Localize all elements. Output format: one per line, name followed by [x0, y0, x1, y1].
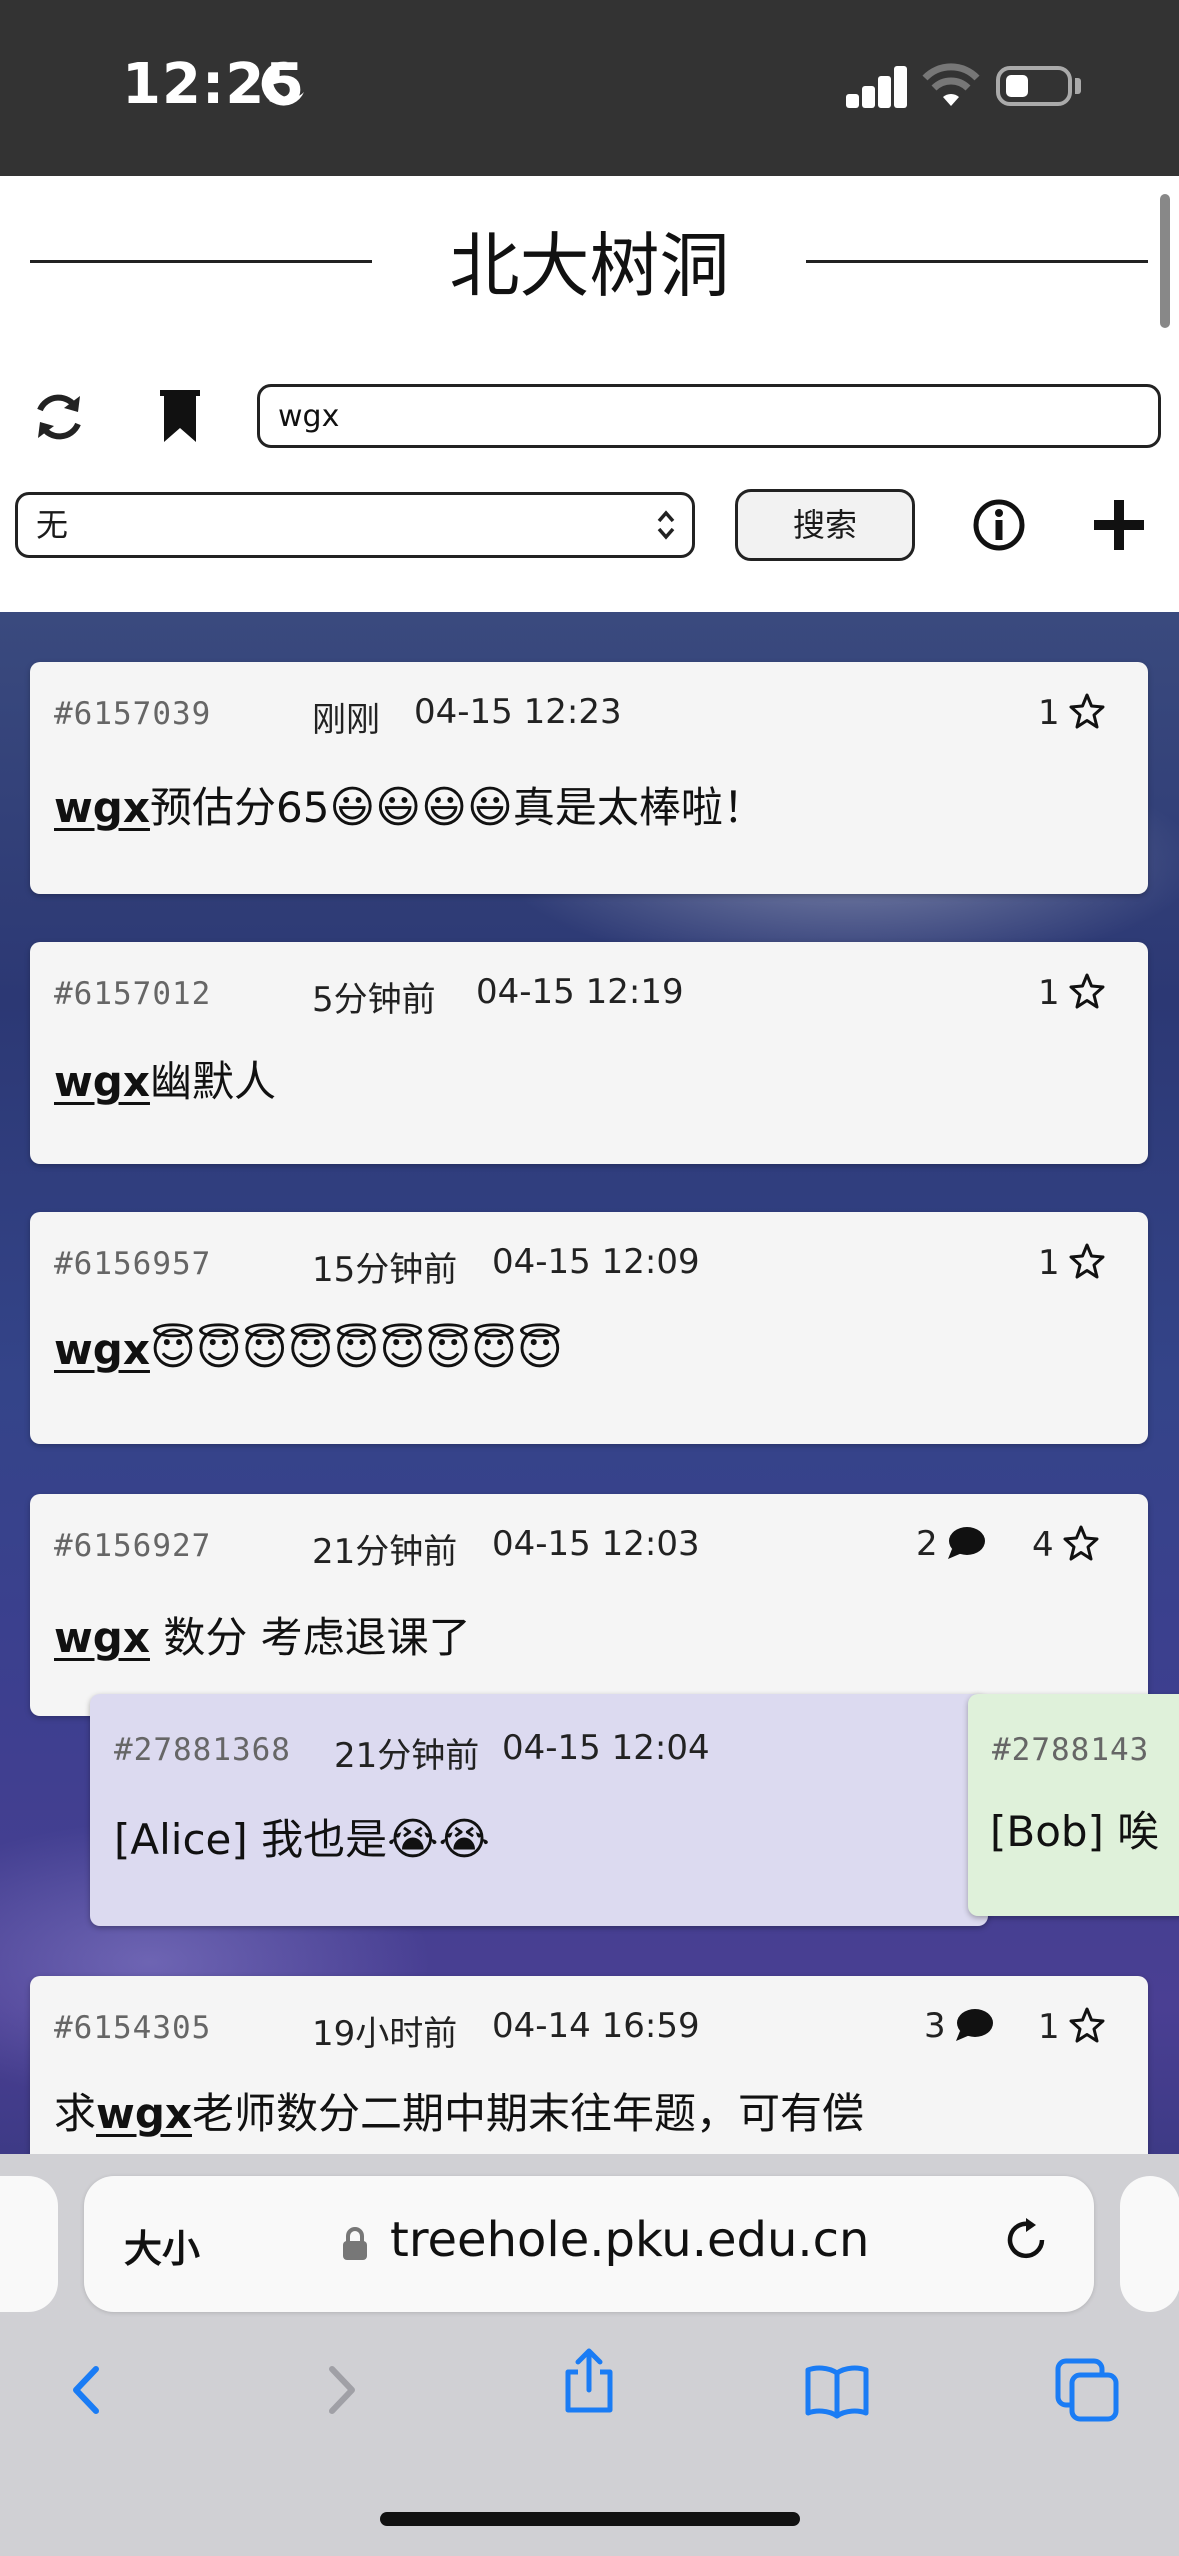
star-count-wrap[interactable]: 1 — [1038, 972, 1106, 1013]
emoji: 😇😇😇😇😇😇😇😇😇 — [149, 1324, 563, 1375]
search-button[interactable]: 搜索 — [735, 489, 915, 561]
post-list[interactable]: #6157039 刚刚 04-15 12:23 1 wgx预估分65😃😃😃😃真是… — [0, 612, 1179, 2162]
comment-icon — [955, 2009, 993, 2041]
post-relative-time: 21分钟前 — [312, 1532, 458, 1572]
post-id: #6156957 — [54, 1246, 212, 1282]
reply-body: [Alice] 我也是😭😭 — [114, 1814, 490, 1865]
lock-icon — [343, 2227, 367, 2260]
mention-link[interactable]: wgx — [54, 783, 150, 832]
forward-icon[interactable] — [306, 2355, 376, 2425]
post-datetime: 04-15 12:23 — [414, 692, 622, 732]
post-body: wgx 数分 考虑退课了 — [54, 1613, 471, 1662]
refresh-icon[interactable] — [28, 386, 90, 448]
post-relative-time: 刚刚 — [312, 700, 380, 740]
home-indicator[interactable] — [380, 2512, 800, 2526]
post-id: #6157012 — [54, 976, 212, 1012]
star-icon — [1069, 973, 1105, 1009]
reply-datetime: 04-15 12:04 — [502, 1728, 710, 1768]
post-body: wgx😇😇😇😇😇😇😇😇😇 — [54, 1324, 563, 1375]
star-count-wrap[interactable]: 1 — [1038, 692, 1106, 733]
mention-link[interactable]: wgx — [54, 1613, 150, 1662]
star-icon — [1069, 1243, 1105, 1279]
battery-tip — [1075, 78, 1081, 94]
bookmarks-icon[interactable] — [802, 2355, 872, 2425]
emoji: 😃😃😃😃 — [329, 782, 513, 833]
tabs-icon[interactable] — [1052, 2355, 1122, 2425]
filter-select[interactable]: 无 — [15, 492, 695, 558]
next-tab-peek[interactable] — [1120, 2176, 1179, 2312]
share-icon[interactable] — [554, 2346, 624, 2416]
star-icon — [1063, 1525, 1099, 1561]
post-datetime: 04-15 12:09 — [492, 1242, 700, 1282]
comment-count: 3 — [924, 2006, 946, 2046]
wifi-icon — [922, 63, 980, 106]
star-count-wrap[interactable]: 4 — [1032, 1524, 1100, 1565]
reply-relative-time: 21分钟前 — [334, 1736, 480, 1776]
scrollbar[interactable] — [1160, 194, 1170, 328]
post-id: #6156927 — [54, 1528, 212, 1564]
moon-icon — [261, 61, 304, 106]
emoji: 😭😭 — [387, 1814, 490, 1865]
star-count: 1 — [1038, 2007, 1060, 2047]
post-datetime: 04-14 16:59 — [492, 2006, 700, 2046]
chevron-updown-icon — [657, 510, 675, 540]
info-icon[interactable] — [968, 494, 1030, 556]
star-count: 4 — [1032, 1525, 1054, 1565]
post-body: wgx幽默人 — [54, 1057, 276, 1106]
comment-count-wrap[interactable]: 2 — [916, 1524, 986, 1564]
post-id: #6157039 — [54, 696, 212, 732]
post-card[interactable]: #6157012 5分钟前 04-15 12:19 1 wgx幽默人 — [30, 942, 1148, 1164]
title-rule-right — [806, 260, 1148, 263]
battery-icon — [996, 66, 1072, 106]
text-size-button[interactable]: 大小 — [124, 2218, 200, 2273]
comment-count: 2 — [916, 1524, 938, 1564]
reply-body: [Bob] 唉 — [990, 1807, 1160, 1856]
mention-link[interactable]: wgx — [54, 1057, 150, 1106]
mention-link[interactable]: wgx — [54, 1325, 150, 1374]
comment-icon — [947, 1527, 985, 1559]
post-datetime: 04-15 12:03 — [492, 1524, 700, 1564]
star-count: 1 — [1038, 973, 1060, 1013]
post-card[interactable]: #6154305 19小时前 04-14 16:59 3 1 求wgx老师数分二… — [30, 1976, 1148, 2162]
post-relative-time: 15分钟前 — [312, 1250, 458, 1290]
reply-card[interactable]: #27881368 21分钟前 04-15 12:04 [Alice] 我也是😭… — [90, 1694, 988, 1926]
post-body: 求wgx老师数分二期中期末往年题，可有偿 — [54, 2089, 864, 2138]
comment-count-wrap[interactable]: 3 — [924, 2006, 994, 2046]
reply-id: #27881368 — [114, 1732, 291, 1768]
post-id: #6154305 — [54, 2010, 212, 2046]
post-datetime: 04-15 12:19 — [476, 972, 684, 1012]
filter-select-value: 无 — [36, 506, 69, 544]
reply-id: #2788143 — [992, 1732, 1150, 1768]
post-card[interactable]: #6157039 刚刚 04-15 12:23 1 wgx预估分65😃😃😃😃真是… — [30, 662, 1148, 894]
cellular-signal-icon — [846, 64, 907, 108]
search-input[interactable] — [257, 384, 1161, 448]
reload-icon[interactable] — [998, 2212, 1054, 2268]
post-relative-time: 19小时前 — [312, 2014, 458, 2054]
url-text[interactable]: treehole.pku.edu.cn — [390, 2212, 869, 2268]
mention-link[interactable]: wgx — [96, 2089, 192, 2138]
star-count-wrap[interactable]: 1 — [1038, 1242, 1106, 1283]
post-relative-time: 5分钟前 — [312, 980, 436, 1020]
plus-icon[interactable] — [1088, 494, 1150, 556]
bookmark-icon[interactable] — [150, 386, 212, 448]
star-count: 1 — [1038, 693, 1060, 733]
star-icon — [1069, 693, 1105, 729]
post-card[interactable]: #6156957 15分钟前 04-15 12:09 1 wgx😇😇😇😇😇😇😇😇… — [30, 1212, 1148, 1444]
back-icon[interactable] — [52, 2355, 122, 2425]
star-count: 1 — [1038, 1243, 1060, 1283]
reply-card[interactable]: #2788143 [Bob] 唉 — [968, 1694, 1179, 1916]
post-card[interactable]: #6156927 21分钟前 04-15 12:03 2 4 wgx 数分 考虑… — [30, 1494, 1148, 1716]
star-icon — [1069, 2007, 1105, 2043]
star-count-wrap[interactable]: 1 — [1038, 2006, 1106, 2047]
prev-tab-peek[interactable] — [0, 2176, 58, 2312]
post-body: wgx预估分65😃😃😃😃真是太棒啦！ — [54, 782, 765, 833]
